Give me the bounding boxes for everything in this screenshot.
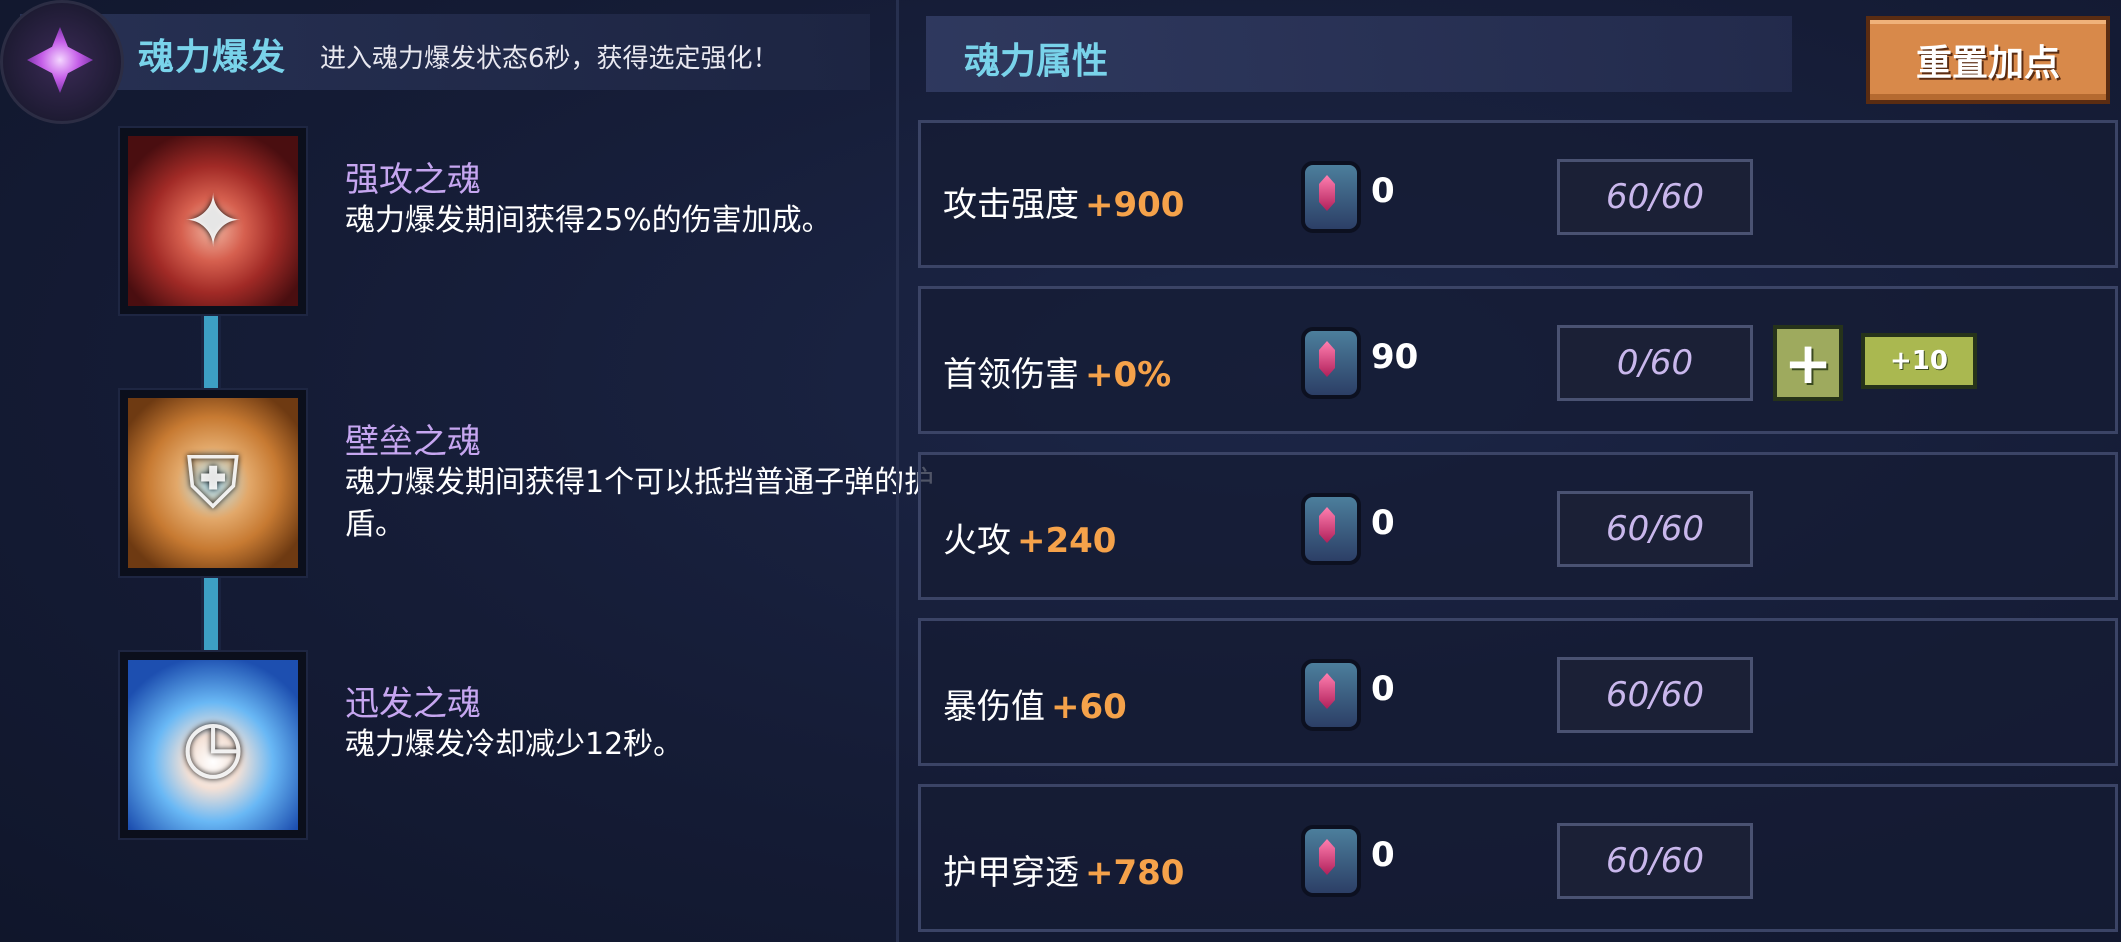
attribute-row-crit-damage: 暴伤值 +60 0 60/60 (918, 618, 2118, 766)
attribute-bonus: +60 (1051, 687, 1127, 727)
soul-name-strong: 强攻之魂 (345, 160, 481, 200)
attribute-bonus: +0% (1085, 355, 1172, 395)
attribute-name: 首领伤害 (943, 355, 1079, 395)
soul-desc-fortress: 魂力爆发期间获得1个可以抵挡普通子弹的护盾。 (345, 465, 935, 542)
soul-gem-icon (1301, 825, 1361, 897)
soul-gem-icon (1301, 327, 1361, 399)
soul-connector (201, 306, 221, 402)
progress-box: 60/60 (1557, 823, 1753, 899)
progress-box: 60/60 (1557, 159, 1753, 235)
gem-count: 0 (1371, 835, 1395, 875)
soul-connector (201, 568, 221, 664)
burst-emblem-icon (0, 0, 124, 124)
soul-gem-icon (1301, 161, 1361, 233)
attribute-name: 护甲穿透 (943, 853, 1079, 893)
progress-box: 0/60 (1557, 325, 1753, 401)
reset-points-button[interactable]: 重置加点 (1866, 16, 2110, 104)
attribute-row-boss-damage: 首领伤害 +0% 90 0/60 + +10 (918, 286, 2118, 434)
soul-desc-strong: 魂力爆发期间获得25%的伤害加成。 (345, 203, 832, 238)
panel-divider (896, 0, 899, 942)
gem-count: 0 (1371, 171, 1395, 211)
gem-count: 0 (1371, 669, 1395, 709)
attribute-name: 火攻 (943, 521, 1011, 561)
attribute-bonus: +900 (1085, 185, 1185, 225)
soul-gem-icon (1301, 493, 1361, 565)
soul-desc-swift: 魂力爆发冷却减少12秒。 (345, 727, 684, 762)
strong-soul-icon[interactable]: ✦ (120, 128, 306, 314)
attribute-row-fire-attack: 火攻 +240 0 60/60 (918, 452, 2118, 600)
swift-soul-icon[interactable]: ◷ (120, 652, 306, 838)
attribute-bonus: +780 (1085, 853, 1185, 893)
attribute-row-armor-pierce: 护甲穿透 +780 0 60/60 (918, 784, 2118, 932)
attribute-name: 攻击强度 (943, 185, 1079, 225)
progress-box: 60/60 (1557, 657, 1753, 733)
soul-name-fortress: 壁垒之魂 (345, 422, 481, 462)
fortress-soul-icon[interactable]: ⛨ (120, 390, 306, 576)
attribute-row-attack: 攻击强度 +900 0 60/60 (918, 120, 2118, 268)
attributes-title: 魂力属性 (964, 41, 1109, 82)
progress-box: 60/60 (1557, 491, 1753, 567)
burst-title: 魂力爆发 (138, 37, 287, 78)
attribute-bonus: +240 (1017, 521, 1117, 561)
gem-count: 0 (1371, 503, 1395, 543)
burst-description: 进入魂力爆发状态6秒，获得选定强化！ (320, 44, 779, 74)
add-point-button[interactable]: + (1773, 325, 1843, 401)
soul-name-swift: 迅发之魂 (345, 684, 481, 724)
add-ten-points-button[interactable]: +10 (1861, 333, 1977, 389)
soul-gem-icon (1301, 659, 1361, 731)
gem-count: 90 (1371, 337, 1419, 377)
attribute-name: 暴伤值 (943, 687, 1045, 727)
